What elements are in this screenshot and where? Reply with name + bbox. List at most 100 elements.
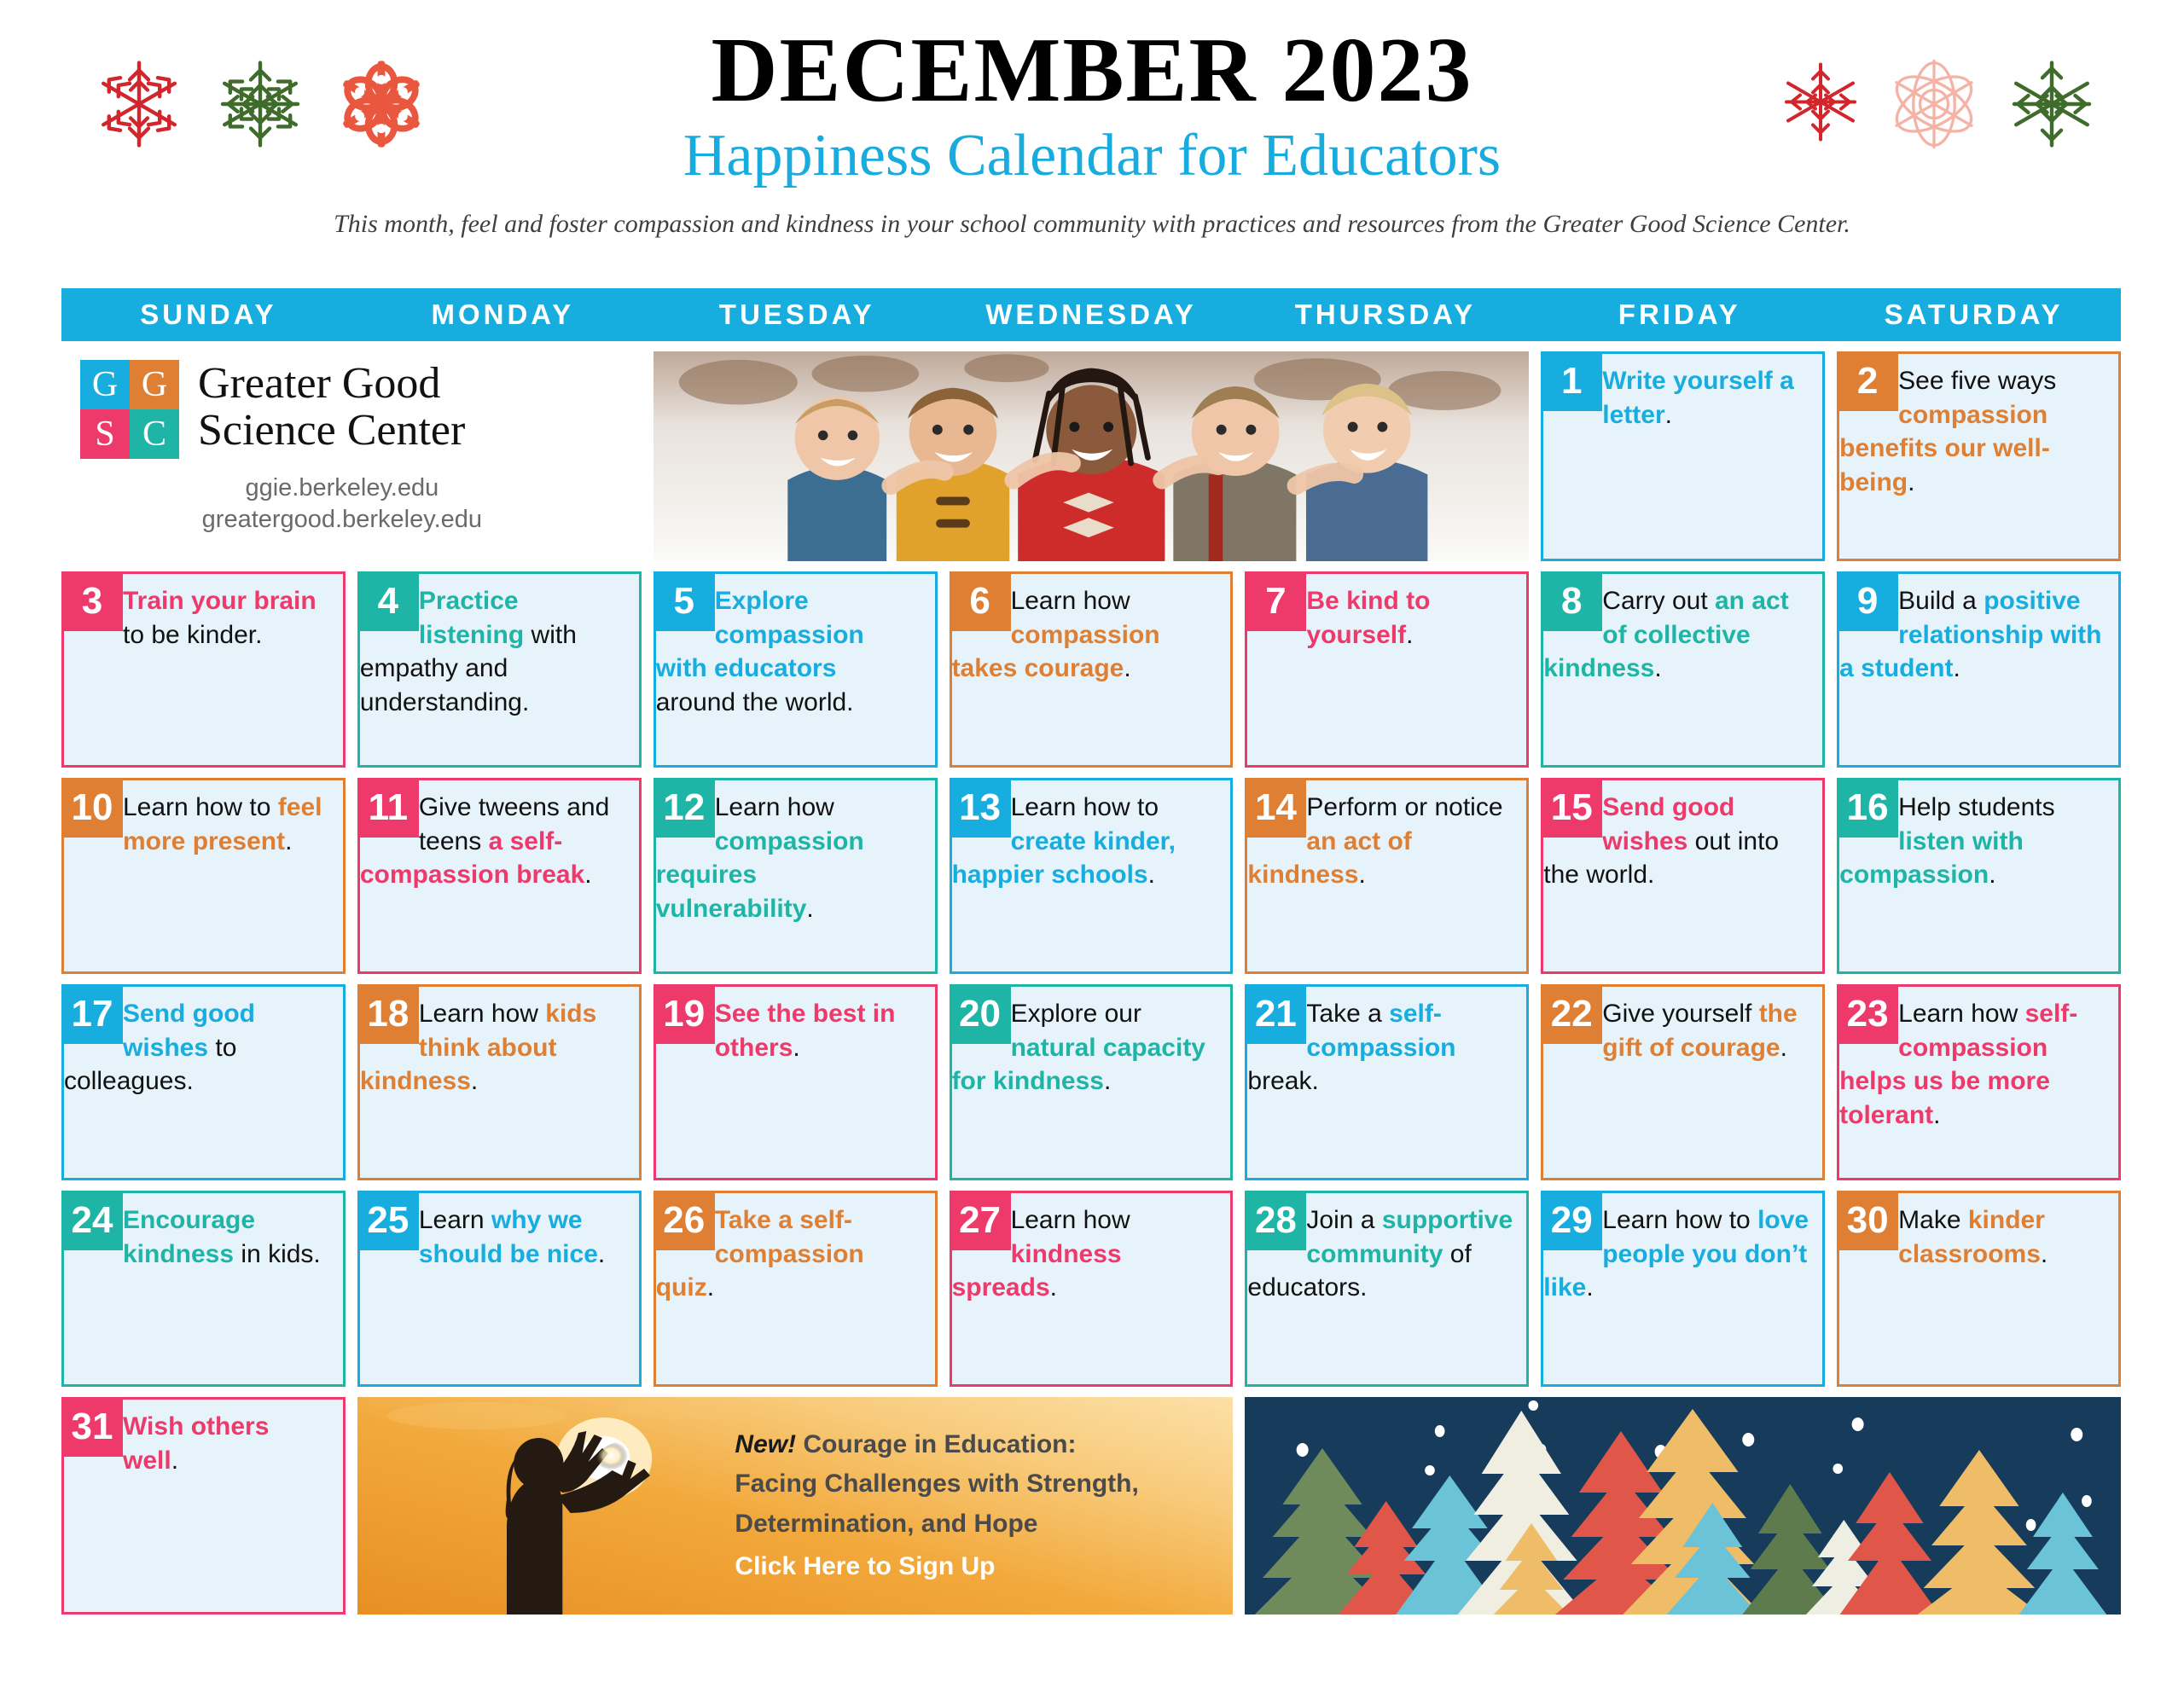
day-cell-19[interactable]: 19 See the best in others.	[653, 984, 938, 1180]
day-number: 15	[1541, 778, 1603, 838]
day-text-plain: Join a	[1306, 1206, 1382, 1234]
snowflake-red-icon	[102, 61, 177, 148]
day-text-plain: Explore our	[1010, 1000, 1141, 1028]
day-cell-8[interactable]: 8 Carry out an act of collective kindness…	[1541, 571, 1826, 768]
day-cell-9[interactable]: 9 Build a positive relationship with a st…	[1837, 571, 2121, 768]
day-cell-21[interactable]: 21 Take a self-compassion break.	[1245, 984, 1530, 1180]
day-number: 4	[357, 571, 419, 631]
day-number: 22	[1541, 984, 1603, 1044]
day-cell-13[interactable]: 13 Learn how to create kinder, happier sc…	[949, 778, 1234, 974]
day-text-plain: .	[1103, 1067, 1112, 1096]
url-greatergood[interactable]: greatergood.berkeley.edu	[61, 504, 623, 536]
day-text-plain: .	[1933, 1100, 1941, 1129]
winter-trees-image	[1245, 1397, 2121, 1615]
day-cell-10[interactable]: 10 Learn how to feel more present.	[61, 778, 346, 974]
day-cell-6[interactable]: 6 Learn how compassion takes courage.	[949, 571, 1234, 768]
day-text-plain: .	[1358, 861, 1366, 890]
day-number: 18	[357, 984, 419, 1044]
snowflake-group-right	[1778, 53, 2099, 155]
logo-name-line2: Science Center	[198, 406, 466, 455]
day-cell-7[interactable]: 7 Be kind to yourself.	[1245, 571, 1530, 768]
logo-square-g1: G	[80, 360, 130, 409]
day-cell-18[interactable]: 18 Learn how kids think about kindness.	[357, 984, 642, 1180]
day-cell-30[interactable]: 30 Make kinder classrooms.	[1837, 1191, 2121, 1387]
day-number: 16	[1837, 778, 1899, 838]
calendar-week-2: 3 Train your brain to be kinder. 4 Practic…	[61, 571, 2121, 768]
day-cell-11[interactable]: 11 Give tweens and teens a self-compassio…	[357, 778, 642, 974]
day-cell-26[interactable]: 26 Take a self-compassion quiz.	[653, 1191, 938, 1387]
promo-signup-link[interactable]: Click Here to Sign Up	[735, 1547, 1212, 1587]
day-text-highlight: compassion requires vulnerability	[655, 826, 864, 923]
day-number: 28	[1245, 1191, 1307, 1250]
day-text-highlight: Wish others well	[123, 1412, 270, 1475]
day-text-plain: .	[793, 1033, 800, 1062]
courage-in-education-promo[interactable]: New! Courage in Education: Facing Challe…	[357, 1397, 1234, 1615]
url-ggie[interactable]: ggie.berkeley.edu	[61, 472, 623, 504]
day-text-plain: Learn how	[418, 1000, 546, 1028]
day-text-plain: Build a	[1898, 587, 1984, 615]
day-number: 23	[1837, 984, 1899, 1044]
day-text-plain: to be kinder.	[123, 620, 263, 649]
promo-line2: Facing Challenges with Strength,	[735, 1470, 1139, 1498]
day-cell-22[interactable]: 22 Give yourself the gift of courage.	[1541, 984, 1826, 1180]
day-cell-28[interactable]: 28 Join a supportive community of educato…	[1245, 1191, 1530, 1387]
day-cell-23[interactable]: 23 Learn how self-compassion helps us be …	[1837, 984, 2121, 1180]
calendar-week-4: 17 Send good wishes to colleagues. 18 Lear…	[61, 984, 2121, 1180]
day-cell-24[interactable]: 24 Encourage kindness in kids.	[61, 1191, 346, 1387]
day-text-plain: around the world.	[655, 687, 854, 716]
day-cell-14[interactable]: 14 Perform or notice an act of kindness.	[1245, 778, 1530, 974]
logo-square-s: S	[80, 409, 130, 459]
day-number: 3	[61, 571, 123, 631]
day-cell-16[interactable]: 16 Help students listen with compassion.	[1837, 778, 2121, 974]
day-cell-31[interactable]: 31 Wish others well.	[61, 1397, 346, 1615]
day-number: 29	[1541, 1191, 1603, 1250]
logo-square-c: C	[130, 409, 179, 459]
day-number: 30	[1837, 1191, 1899, 1250]
day-number: 26	[653, 1191, 715, 1250]
day-number: 6	[949, 571, 1011, 631]
calendar-page: DECEMBER 2023 Happiness Calendar for Edu…	[0, 0, 2184, 1687]
calendar-week-1: G G S C Greater Good Science Center ggie…	[61, 351, 2121, 561]
day-number: 1	[1541, 351, 1603, 411]
day-number: 21	[1245, 984, 1307, 1044]
day-text-plain: .	[1953, 654, 1960, 683]
page-tagline: This month, feel and foster compassion a…	[334, 209, 1850, 238]
promo-text: New! Courage in Education: Facing Challe…	[735, 1425, 1212, 1587]
day-number: 9	[1837, 571, 1899, 631]
day-text-plain: .	[806, 894, 814, 923]
day-cell-2[interactable]: 2 See five ways compassion benefits our …	[1837, 351, 2121, 561]
day-number: 25	[357, 1191, 419, 1250]
logo-square-g2: G	[130, 360, 179, 409]
day-cell-15[interactable]: 15 Send good wishes out into the world.	[1541, 778, 1826, 974]
day-cell-20[interactable]: 20 Explore our natural capacity for kindn…	[949, 984, 1234, 1180]
children-photo	[653, 351, 1530, 561]
day-cell-1[interactable]: 1 Write yourself a letter.	[1541, 351, 1826, 561]
day-text-plain: Learn how to	[123, 793, 278, 821]
snowflake-green-icon	[2012, 61, 2092, 148]
weekday-tuesday: TUESDAY	[718, 299, 875, 330]
day-number: 10	[61, 778, 123, 838]
day-cell-12[interactable]: 12 Learn how compassion requires vulnerab…	[653, 778, 938, 974]
day-text-plain: .	[1586, 1273, 1594, 1302]
ggsc-urls: ggie.berkeley.edu greatergood.berkeley.e…	[61, 472, 642, 536]
day-cell-27[interactable]: 27 Learn how kindness spreads.	[949, 1191, 1234, 1387]
day-text-highlight: Train your brain	[123, 587, 317, 615]
day-cell-17[interactable]: 17 Send good wishes to colleagues.	[61, 984, 346, 1180]
day-text-plain: Learn how to	[1602, 1206, 1758, 1234]
day-text-plain: .	[1908, 467, 1915, 496]
day-text-plain: .	[470, 1067, 479, 1096]
day-cell-3[interactable]: 3 Train your brain to be kinder.	[61, 571, 346, 768]
calendar-grid: SUNDAY MONDAY TUESDAY WEDNESDAY THURSDAY…	[61, 288, 2121, 1615]
day-number: 5	[653, 571, 715, 631]
day-text-plain: Help students	[1898, 793, 2055, 821]
calendar-week-5: 24 Encourage kindness in kids. 25 Learn wh…	[61, 1191, 2121, 1387]
day-cell-25[interactable]: 25 Learn why we should be nice.	[357, 1191, 642, 1387]
day-number: 19	[653, 984, 715, 1044]
day-text-plain: .	[1147, 861, 1155, 890]
day-cell-5[interactable]: 5 Explore compassion with educators aroun…	[653, 571, 938, 768]
page-header: DECEMBER 2023 Happiness Calendar for Edu…	[0, 0, 2184, 281]
day-number: 14	[1245, 778, 1307, 838]
day-number: 13	[949, 778, 1011, 838]
day-cell-29[interactable]: 29 Learn how to love people you don’t lik…	[1541, 1191, 1826, 1387]
day-cell-4[interactable]: 4 Practice listening with empathy and und…	[357, 571, 642, 768]
